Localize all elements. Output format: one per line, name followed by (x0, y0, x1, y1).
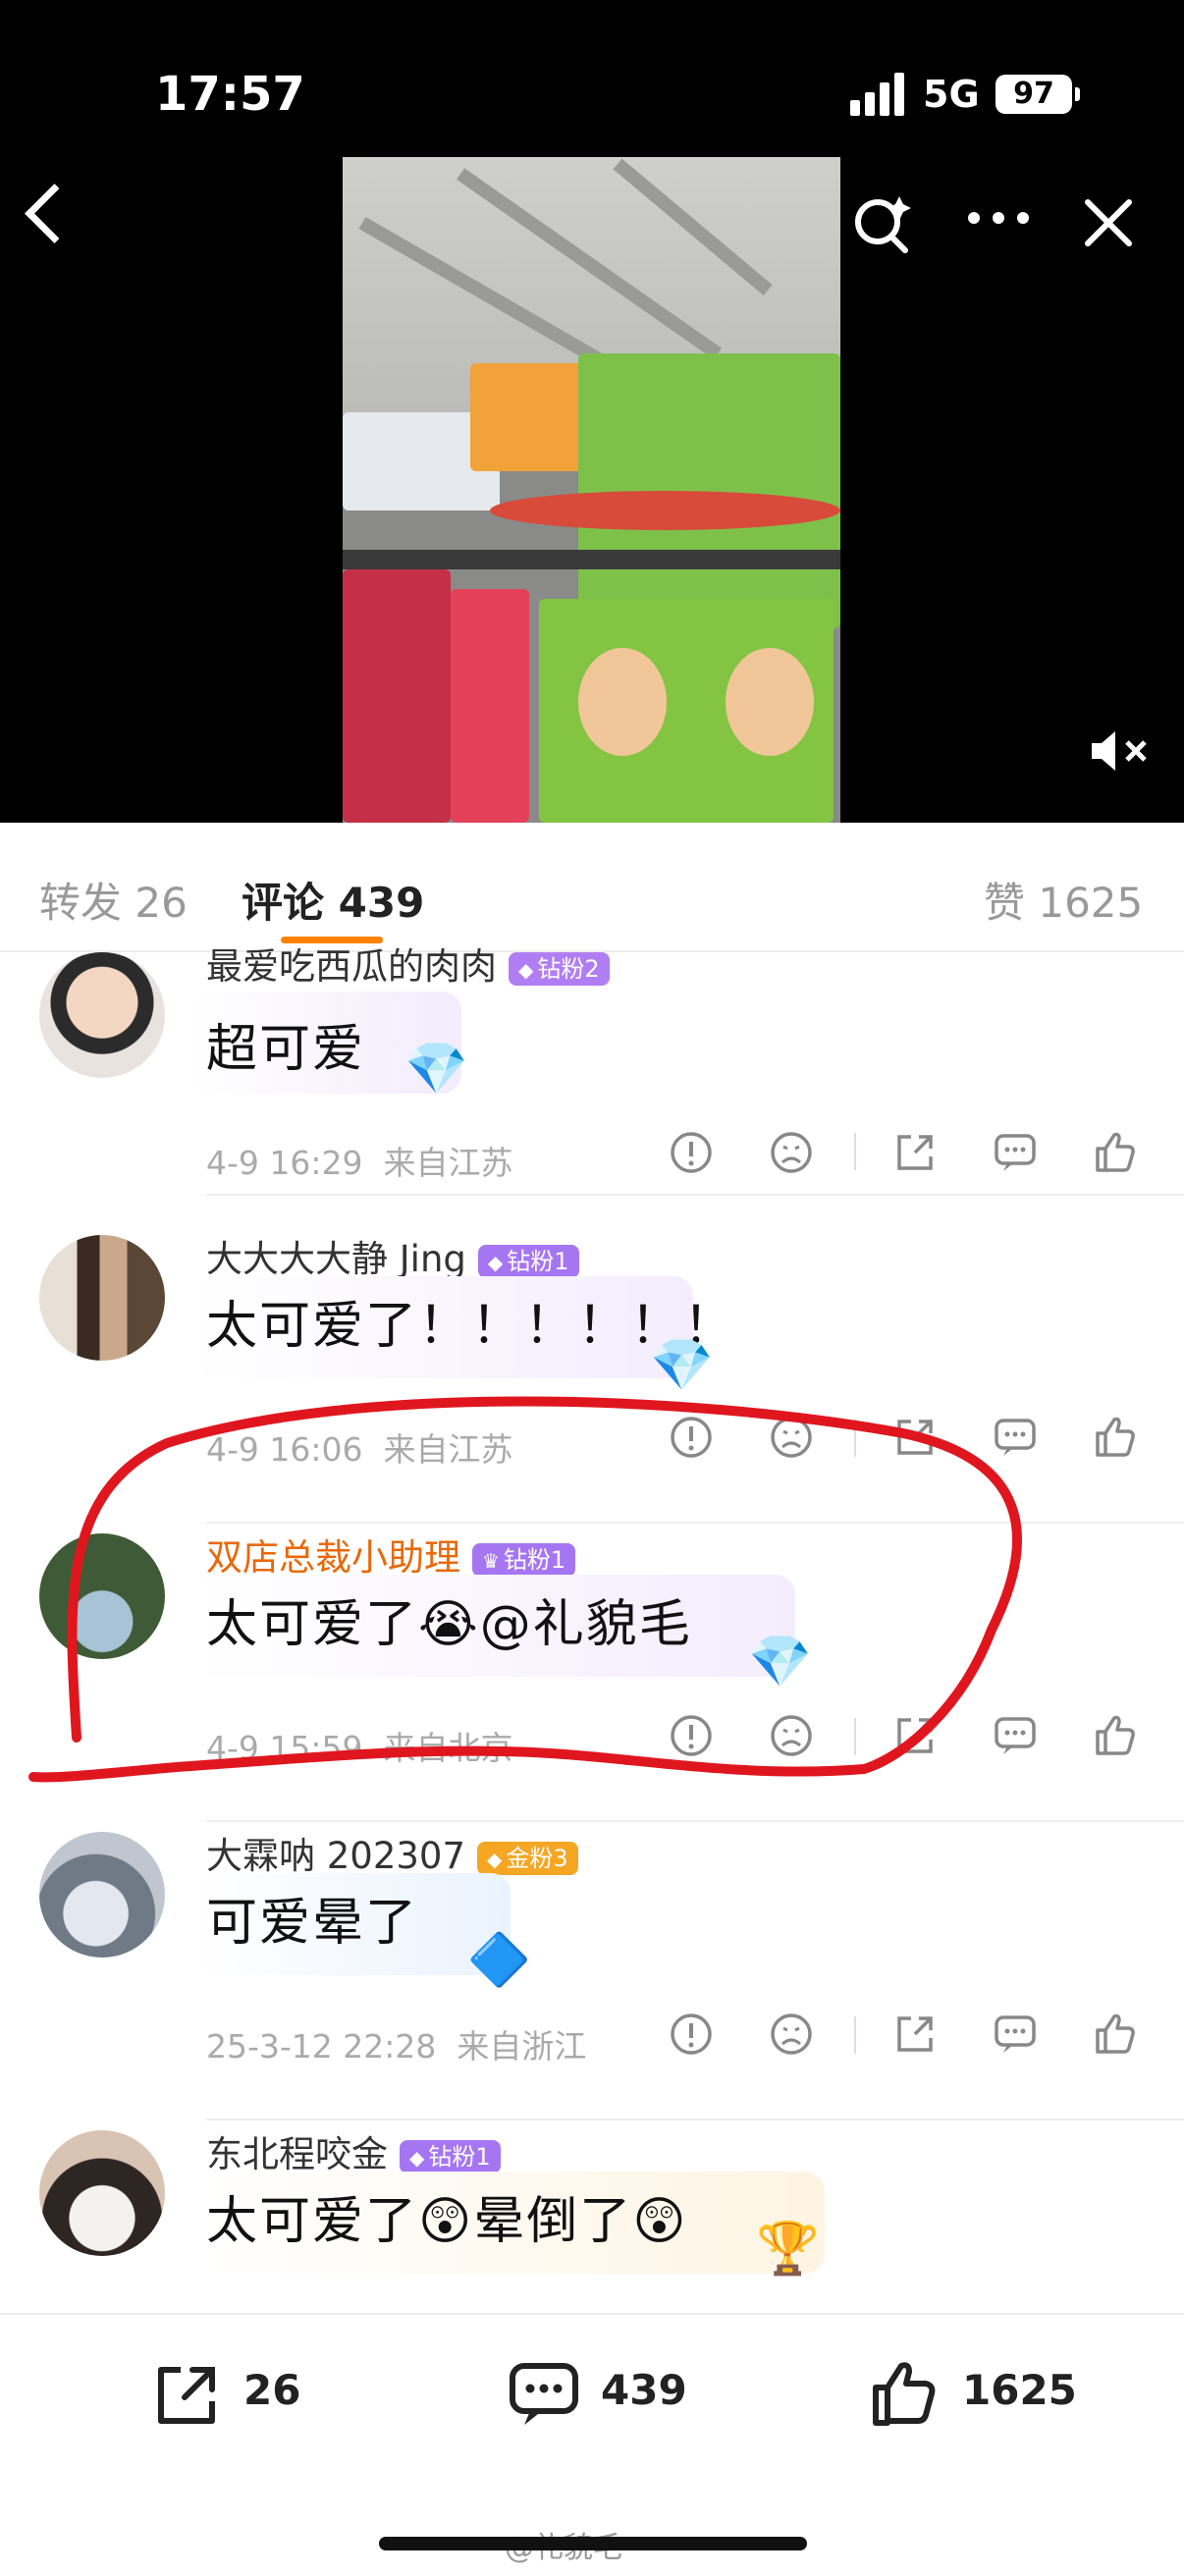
home-indicator[interactable] (379, 2537, 807, 2550)
report-icon[interactable] (666, 1710, 717, 1761)
avatar[interactable] (39, 1235, 165, 1361)
reply-icon[interactable] (990, 2009, 1041, 2060)
share-icon[interactable] (889, 1710, 941, 1761)
avatar[interactable] (39, 2130, 165, 2256)
fan-badge: ◆ 金粉3 (477, 1841, 578, 1875)
fan-badge: ♛ 钻粉1 (472, 1542, 576, 1577)
diamond-gem-icon: 💎 (650, 1336, 714, 1395)
more-icon[interactable] (964, 208, 1033, 228)
gold-icon: ◆ (487, 1847, 503, 1871)
gold-gem-icon: 🏆 (756, 2220, 820, 2279)
comment-item: 大霖呐 202307 ◆ 金粉3 可爱晕了 🔷 25-3-12 22:28 来自浙江 (0, 1822, 1184, 2120)
tab-bar: 转发 26 评论 439 赞 1625 (0, 823, 1184, 952)
reply-icon[interactable] (990, 1710, 1041, 1761)
share-icon[interactable] (889, 1412, 941, 1463)
share-icon[interactable] (889, 2009, 941, 2060)
dislike-icon[interactable] (766, 1127, 817, 1178)
like-icon[interactable] (1090, 2009, 1141, 2060)
like-icon[interactable] (1090, 1127, 1141, 1178)
avatar[interactable] (39, 952, 165, 1078)
fan-badge: ◆ 钻粉1 (400, 2139, 501, 2174)
back-icon[interactable] (25, 184, 84, 243)
comment-text: 太可爱了😲晕倒了😲 (206, 2192, 688, 2251)
tab-comments[interactable]: 评论 439 (242, 870, 424, 930)
comment-count[interactable]: 439 (601, 2366, 687, 2414)
comment-username[interactable]: 双店总裁小助理 ♛ 钻粉1 (206, 1528, 576, 1581)
report-icon[interactable] (666, 1127, 717, 1178)
reply-icon[interactable] (990, 1127, 1041, 1178)
close-icon[interactable] (1084, 198, 1133, 247)
comment-username[interactable]: 东北程咬金 ◆ 钻粉1 (206, 2124, 501, 2177)
comment-item: 最爱吃西瓜的肉肉 ◆ 钻粉2 超可爱 💎 4-9 16:29 来自江苏 (0, 940, 1184, 1196)
tab-repost[interactable]: 转发 26 (39, 870, 188, 930)
diamond-gem-icon: 💎 (404, 1040, 468, 1099)
blue-gem-icon: 🔷 (467, 1931, 531, 1990)
comment-meta: 4-9 16:06 来自江苏 (206, 1430, 513, 1469)
share-icon[interactable] (889, 1127, 941, 1178)
comment-meta: 4-9 16:29 来自江苏 (206, 1144, 513, 1182)
report-icon[interactable] (666, 2009, 717, 2060)
like-icon[interactable] (1090, 1710, 1141, 1761)
video-header: 17:57 5G 97 (0, 0, 1184, 823)
avatar[interactable] (39, 1832, 165, 1958)
comment-item: 东北程咬金 ◆ 钻粉1 太可爱了😲晕倒了😲 🏆 (0, 2120, 1184, 2313)
diamond-gem-icon: 💎 (748, 1633, 812, 1691)
dislike-icon[interactable] (766, 1412, 817, 1463)
avatar[interactable] (39, 1533, 165, 1659)
diamond-icon: ◆ (409, 2145, 425, 2170)
comment-username[interactable]: 大大大大静 Jing ◆ 钻粉1 (206, 1229, 579, 1282)
fan-badge: ◆ 钻粉1 (477, 1244, 579, 1278)
comment-text: 太可爱了😭@礼貌毛 (206, 1595, 692, 1654)
video-player[interactable] (343, 157, 840, 823)
diamond-icon: ◆ (487, 1250, 504, 1274)
network-type: 5G (923, 73, 980, 116)
status-time: 17:57 (155, 67, 305, 122)
mute-icon[interactable] (1088, 726, 1153, 776)
comment-username[interactable]: 大霖呐 202307 ◆ 金粉3 (206, 1826, 578, 1879)
like-icon[interactable] (866, 2354, 944, 2433)
comment-meta: 25-3-12 22:28 来自浙江 (206, 2027, 587, 2066)
signal-icon (850, 71, 909, 116)
comment-username[interactable]: 最爱吃西瓜的肉肉 ◆ 钻粉2 (206, 937, 610, 990)
diamond-icon: ◆ (518, 957, 534, 982)
comment-text: 可爱晕了 (206, 1894, 419, 1953)
comment-item: 双店总裁小助理 ♛ 钻粉1 太可爱了😭@礼貌毛 💎 4-9 15:59 来自北京 (0, 1524, 1184, 1822)
fan-badge: ◆ 钻粉2 (509, 951, 610, 986)
tab-likes[interactable]: 赞 1625 (984, 870, 1143, 930)
dislike-icon[interactable] (766, 1710, 817, 1761)
comment-meta: 4-9 15:59 来自北京 (206, 1729, 513, 1767)
dislike-icon[interactable] (766, 2009, 817, 2060)
comment-item: 大大大大静 Jing ◆ 钻粉1 太可爱了！！！！！！ 💎 4-9 16:06 来自… (0, 1225, 1184, 1524)
like-icon[interactable] (1090, 1412, 1141, 1463)
reply-icon[interactable] (990, 1412, 1041, 1463)
repost-count[interactable]: 26 (243, 2366, 300, 2414)
comment-icon[interactable] (505, 2356, 583, 2435)
comment-text: 超可爱 (206, 1020, 366, 1079)
battery-icon: 97 (996, 75, 1080, 114)
repost-icon[interactable] (147, 2356, 226, 2435)
crown-icon: ♛ (482, 1548, 500, 1573)
like-count[interactable]: 1625 (962, 2366, 1077, 2414)
ai-search-icon[interactable] (850, 192, 915, 257)
report-icon[interactable] (666, 1412, 717, 1463)
